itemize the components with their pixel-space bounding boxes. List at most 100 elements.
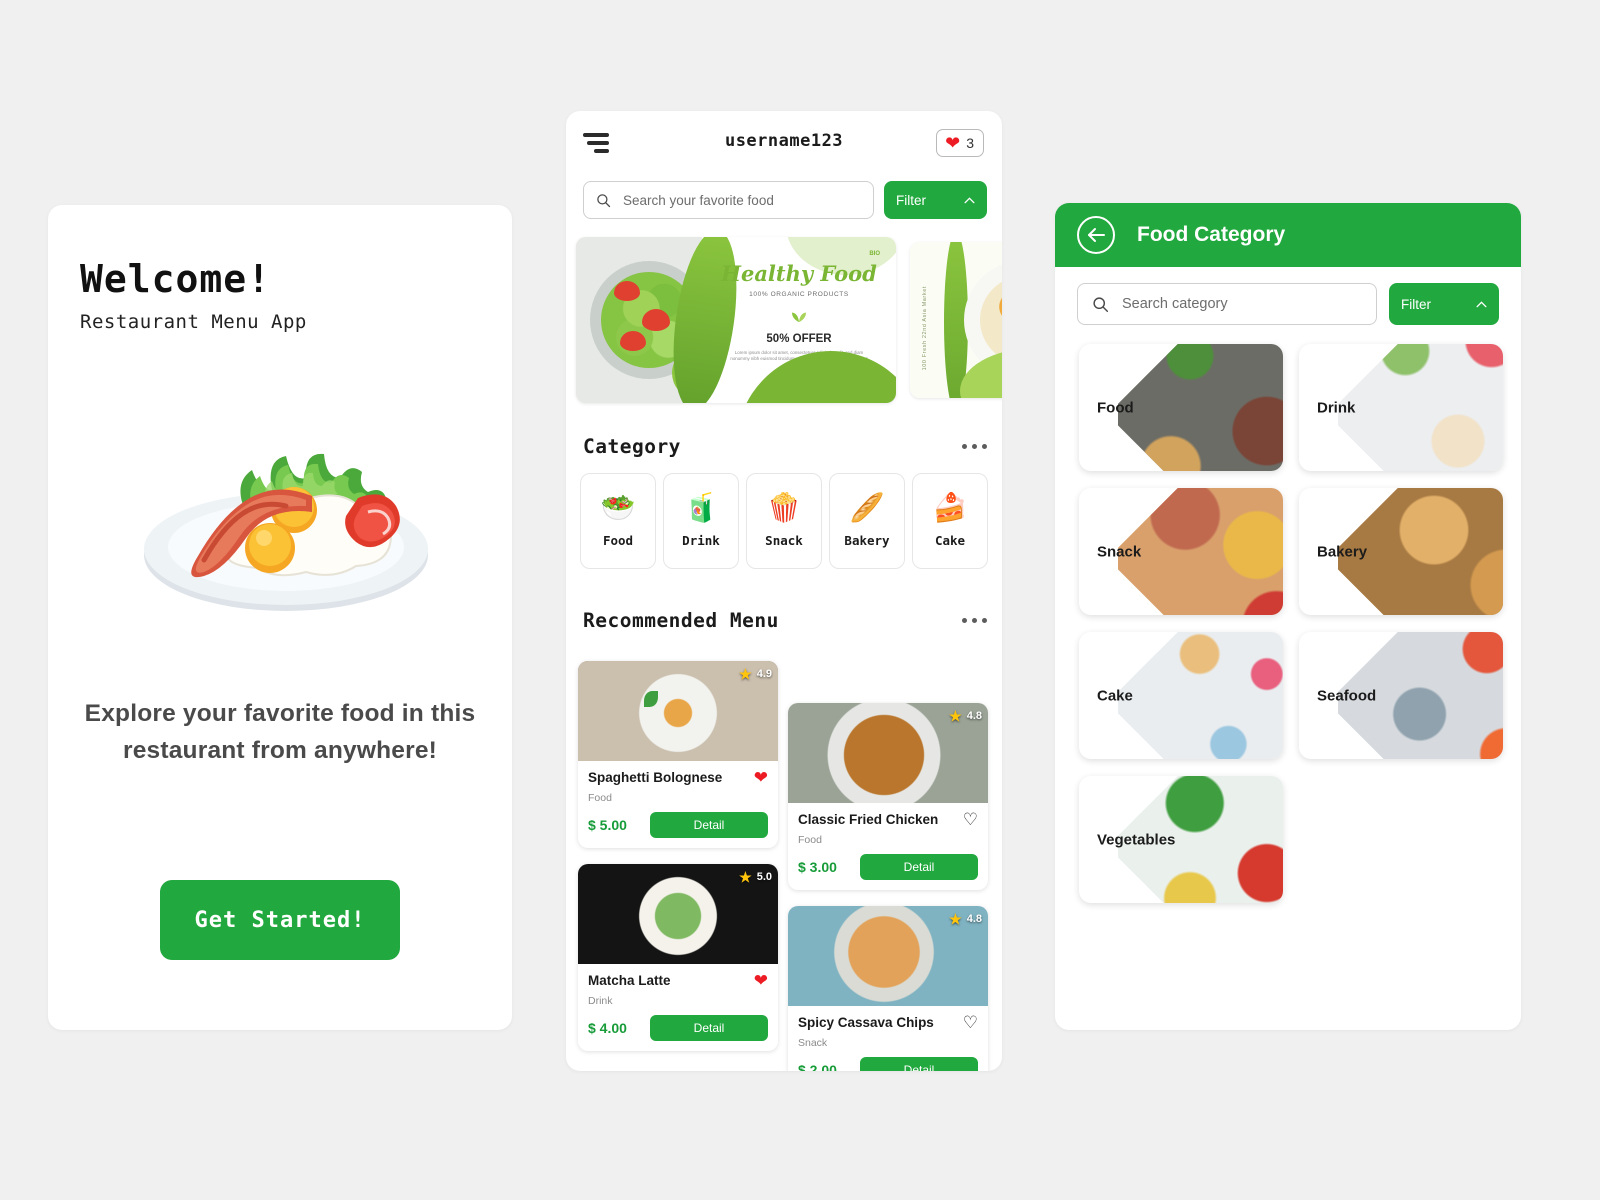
menu-name: Spaghetti Bolognese	[588, 770, 723, 785]
favorite-heart-icon[interactable]: ❤	[754, 769, 768, 786]
search-placeholder: Search your favorite food	[623, 192, 774, 208]
recommended-menu-grid: ★ 4.9 Spaghetti Bolognese ❤ Food $ 5.00 …	[576, 661, 1002, 1071]
rating-badge: ★ 4.8	[949, 912, 982, 926]
banner-vertical-text: 100 Fresh 22nd Asia Market	[922, 286, 928, 371]
popcorn-icon: 🍿	[766, 492, 802, 523]
category-section-title: Category	[583, 435, 681, 458]
get-started-button[interactable]: Get Started!	[160, 880, 400, 960]
star-icon: ★	[739, 666, 752, 682]
cake-slice-icon: 🍰	[932, 492, 968, 523]
search-icon	[597, 193, 611, 207]
menu-card[interactable]: ★ 5.0 Matcha Latte ❤ Drink $ 4.00 Detail	[578, 864, 778, 1051]
category-chip-label: Bakery	[844, 533, 890, 548]
category-chip-cake[interactable]: 🍰 Cake	[912, 473, 988, 569]
leaf-icon	[792, 312, 806, 323]
detail-button[interactable]: Detail	[860, 854, 978, 880]
menu-card[interactable]: ★ 4.8 Spicy Cassava Chips ♡ Snack $ 2.00…	[788, 906, 988, 1071]
menu-card[interactable]: ★ 4.9 Spaghetti Bolognese ❤ Food $ 5.00 …	[578, 661, 778, 848]
rating-value: 4.8	[966, 913, 982, 925]
category-card-seafood[interactable]: Seafood	[1299, 632, 1503, 759]
recommended-section-header: Recommended Menu	[583, 609, 987, 632]
category-chip-bakery[interactable]: 🥖 Bakery	[829, 473, 905, 569]
favorite-heart-outline-icon[interactable]: ♡	[963, 811, 978, 828]
favorite-heart-icon[interactable]: ❤	[754, 972, 768, 989]
rating-value: 5.0	[756, 871, 772, 883]
category-card-bakery[interactable]: Bakery	[1299, 488, 1503, 615]
category-label: Seafood	[1317, 687, 1377, 704]
filter-button[interactable]: Filter	[1389, 283, 1499, 325]
menu-category: Drink	[588, 995, 613, 1007]
category-grid: Food Drink Snack Bakery Cake Seafood Veg…	[1079, 344, 1503, 903]
detail-button[interactable]: Detail	[860, 1057, 978, 1071]
screen: Welcome! Restaurant Menu App Explore you…	[0, 0, 1600, 1200]
category-card-cake[interactable]: Cake	[1079, 632, 1283, 759]
menu-price: $ 3.00	[798, 859, 837, 875]
home-panel: username123 ❤ 3 Search your favorite foo…	[566, 111, 1002, 1071]
category-label: Cake	[1097, 687, 1133, 704]
category-card-snack[interactable]: Snack	[1079, 488, 1283, 615]
back-button[interactable]	[1077, 216, 1115, 254]
promo-banner-next[interactable]: 100 Fresh 22nd Asia Market	[910, 242, 1002, 398]
welcome-tagline: Explore your favorite food in this resta…	[84, 700, 476, 764]
menu-photo: ★ 4.8	[788, 703, 988, 803]
favorite-heart-outline-icon[interactable]: ♡	[963, 1014, 978, 1031]
search-input[interactable]: Search your favorite food	[583, 181, 874, 219]
menu-price: $ 5.00	[588, 817, 627, 833]
promo-banner-carousel[interactable]: Natural BIO Healthy Food 100% ORGANIC PR…	[576, 237, 1002, 403]
banner-title: Healthy Food	[721, 261, 877, 286]
chevron-up-icon	[964, 196, 975, 203]
menu-category: Food	[588, 792, 612, 804]
arrow-left-icon	[1088, 228, 1105, 242]
recommended-section-title: Recommended Menu	[583, 609, 779, 632]
menu-photo: ★ 4.8	[788, 906, 988, 1006]
rating-badge: ★ 4.9	[739, 667, 772, 681]
food-category-panel: Food Category Search category Filter Foo…	[1055, 203, 1521, 1030]
menu-photo: ★ 5.0	[578, 864, 778, 964]
filter-button[interactable]: Filter	[884, 181, 987, 219]
category-card-food[interactable]: Food	[1079, 344, 1283, 471]
more-horizontal-icon[interactable]	[962, 444, 987, 449]
menu-name: Classic Fried Chicken	[798, 812, 939, 827]
detail-button[interactable]: Detail	[650, 812, 768, 838]
search-icon	[1093, 296, 1109, 312]
category-card-vegetables[interactable]: Vegetables	[1079, 776, 1283, 903]
category-section-header: Category	[583, 435, 987, 458]
category-label: Food	[1097, 399, 1134, 416]
home-topbar: username123 ❤ 3	[566, 111, 1002, 173]
soda-bottle-icon: 🧃	[683, 492, 719, 523]
category-chip-label: Drink	[682, 533, 720, 548]
category-chip-food[interactable]: 🥗 Food	[580, 473, 656, 569]
rating-badge: ★ 4.8	[949, 709, 982, 723]
search-placeholder: Search category	[1122, 296, 1228, 312]
food-category-header: Food Category	[1055, 203, 1521, 267]
menu-card[interactable]: ★ 4.8 Classic Fried Chicken ♡ Food $ 3.0…	[788, 703, 988, 890]
promo-banner[interactable]: Natural BIO Healthy Food 100% ORGANIC PR…	[576, 237, 896, 403]
home-search-row: Search your favorite food Filter	[583, 181, 987, 219]
star-icon: ★	[739, 869, 752, 885]
star-icon: ★	[949, 911, 962, 927]
category-chip-drink[interactable]: 🧃 Drink	[663, 473, 739, 569]
page-title: Food Category	[1137, 223, 1286, 246]
star-icon: ★	[949, 708, 962, 724]
category-chip-label: Food	[602, 533, 634, 548]
category-label: Snack	[1097, 543, 1142, 560]
chevron-up-icon	[1476, 300, 1487, 307]
menu-category: Snack	[798, 1037, 828, 1049]
category-photo	[1107, 632, 1283, 759]
search-input[interactable]: Search category	[1077, 283, 1377, 325]
category-label: Vegetables	[1097, 831, 1176, 848]
menu-photo: ★ 4.9	[578, 661, 778, 761]
detail-button[interactable]: Detail	[650, 1015, 768, 1041]
category-card-drink[interactable]: Drink	[1299, 344, 1503, 471]
filter-label: Filter	[1401, 296, 1431, 312]
menu-category: Food	[798, 834, 822, 846]
heart-icon: ❤	[945, 133, 961, 153]
rating-badge: ★ 5.0	[739, 870, 772, 884]
menu-price: $ 4.00	[588, 1020, 627, 1036]
category-chip-snack[interactable]: 🍿 Snack	[746, 473, 822, 569]
menu-name: Spicy Cassava Chips	[798, 1015, 934, 1030]
category-label: Drink	[1317, 399, 1356, 416]
category-quick-row: 🥗 Food 🧃 Drink 🍿 Snack 🥖 Bakery 🍰 Cake	[580, 473, 990, 569]
favorites-badge[interactable]: ❤ 3	[936, 129, 984, 157]
more-horizontal-icon[interactable]	[962, 618, 987, 623]
